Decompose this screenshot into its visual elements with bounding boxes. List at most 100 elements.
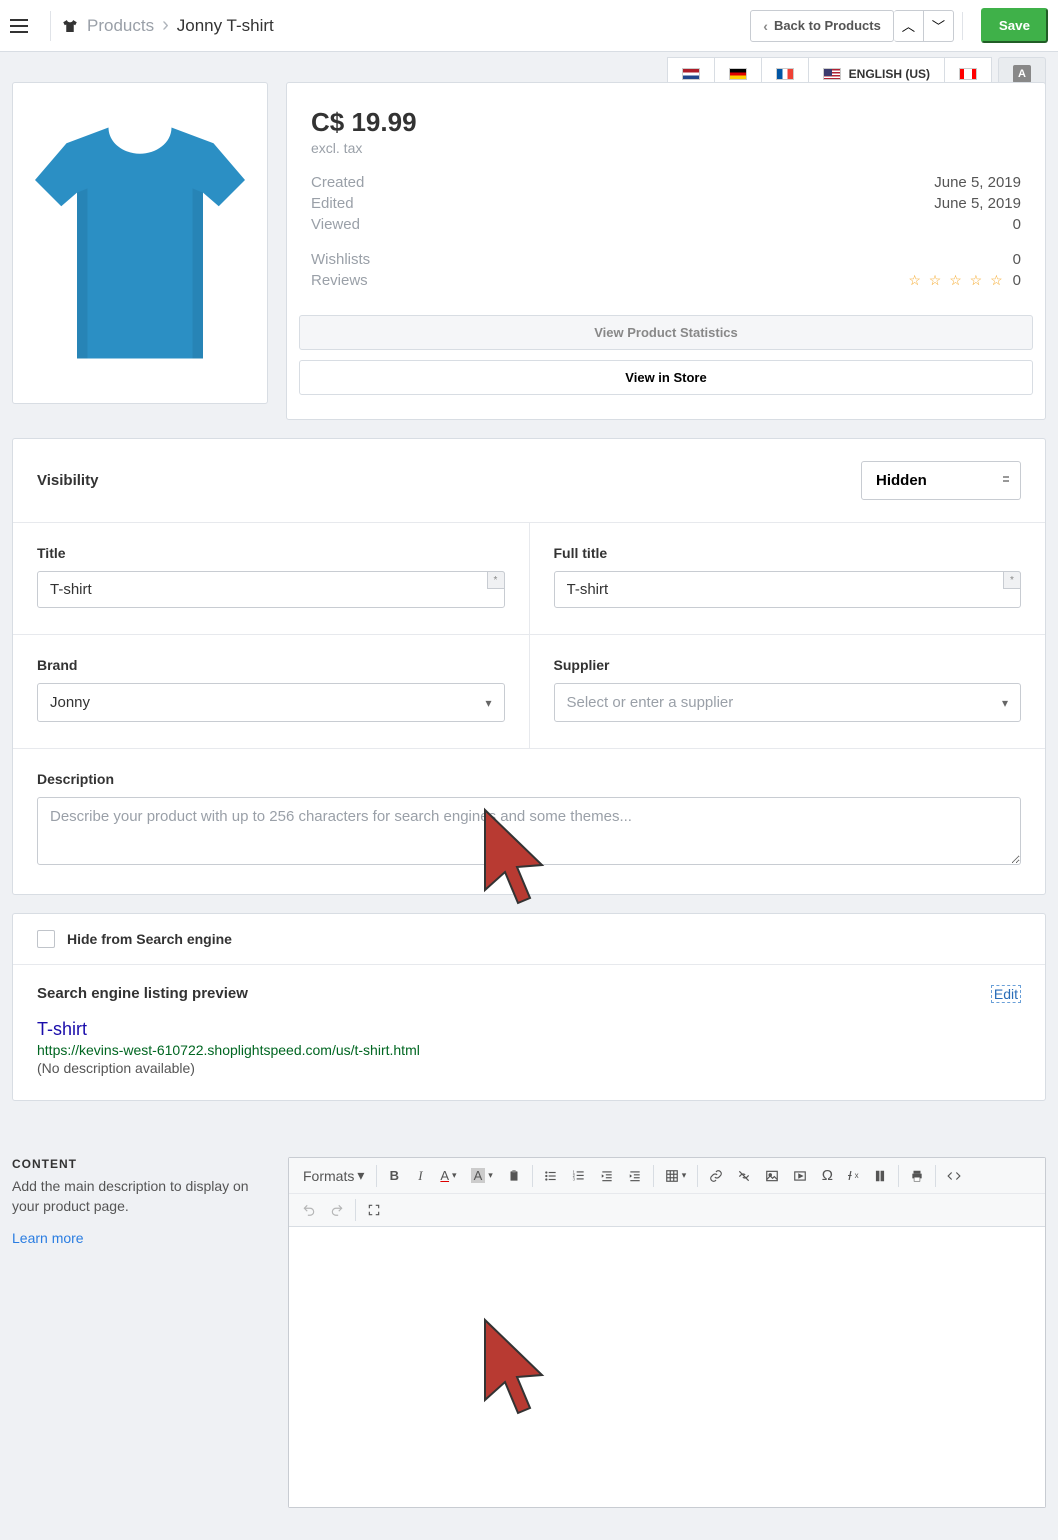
seo-panel: Hide from Search engine Search engine li… <box>12 913 1046 1101</box>
caret-down-icon: ▾ <box>682 1170 687 1181</box>
italic-button[interactable]: I <box>407 1163 433 1189</box>
formats-dropdown[interactable]: Formats ▾ <box>295 1162 372 1189</box>
clear-format-button[interactable]: Ix <box>840 1163 866 1188</box>
all-languages-icon: A <box>1013 65 1031 83</box>
anchor-button[interactable] <box>866 1164 894 1188</box>
bullet-list-button[interactable] <box>537 1164 565 1188</box>
required-icon: * <box>1003 571 1021 589</box>
product-icon <box>61 17 79 35</box>
seo-url: https://kevins-west-610722.shoplightspee… <box>37 1042 1021 1058</box>
brand-value: Jonny <box>50 694 90 711</box>
save-button[interactable]: Save <box>981 8 1048 43</box>
content-help: CONTENT Add the main description to disp… <box>12 1157 268 1508</box>
back-to-products-button[interactable]: ‹ Back to Products <box>750 10 894 42</box>
chevron-up-icon: ︿ <box>902 16 915 35</box>
product-image <box>35 113 245 373</box>
outdent-button[interactable] <box>593 1164 621 1188</box>
text-color-button[interactable]: A ▾ <box>433 1163 463 1188</box>
unlink-button[interactable] <box>730 1164 758 1188</box>
wishlists-value: 0 <box>1013 251 1021 268</box>
numbered-list-button[interactable]: 123 <box>565 1164 593 1188</box>
learn-more-link[interactable]: Learn more <box>12 1230 84 1246</box>
viewed-label: Viewed <box>311 216 360 233</box>
top-bar: Products › Jonny T-shirt ‹ Back to Produ… <box>0 0 1058 52</box>
seo-preview-label: Search engine listing preview <box>37 985 248 1002</box>
print-button[interactable] <box>903 1164 931 1188</box>
link-button[interactable] <box>702 1164 730 1188</box>
caret-down-icon: ▾ <box>488 1170 493 1181</box>
view-in-store-button[interactable]: View in Store <box>299 360 1033 395</box>
hide-from-search-label: Hide from Search engine <box>67 931 232 947</box>
visibility-label: Visibility <box>37 472 98 489</box>
undo-button[interactable] <box>295 1198 323 1222</box>
bold-button[interactable]: B <box>381 1163 407 1188</box>
lang-label: ENGLISH (US) <box>849 67 930 81</box>
flag-de-icon <box>729 68 747 80</box>
caret-down-icon: ▾ <box>452 1170 457 1181</box>
chevron-down-icon: ﹀ <box>932 16 945 35</box>
redo-button[interactable] <box>323 1198 351 1222</box>
editor-content[interactable] <box>289 1227 1045 1507</box>
indent-button[interactable] <box>621 1164 649 1188</box>
reviews-label: Reviews <box>311 272 368 289</box>
product-info-card: C$ 19.99 excl. tax Created June 5, 2019 E… <box>286 82 1046 420</box>
flag-fr-icon <box>776 68 794 80</box>
prev-product-button[interactable]: ︿ <box>894 10 924 42</box>
svg-text:3: 3 <box>572 1176 575 1181</box>
brand-label: Brand <box>37 657 505 673</box>
viewed-value: 0 <box>1013 216 1021 233</box>
fullscreen-button[interactable] <box>360 1198 388 1222</box>
divider <box>50 11 51 41</box>
fulltitle-label: Full title <box>554 545 1022 561</box>
bg-color-button[interactable]: A ▾ <box>464 1163 500 1188</box>
reviews-value: 0 <box>1013 272 1021 289</box>
product-image-card[interactable] <box>12 82 268 404</box>
product-price: C$ 19.99 <box>311 107 1021 138</box>
created-value: June 5, 2019 <box>934 174 1021 191</box>
tax-note: excl. tax <box>311 140 1021 156</box>
supplier-select[interactable]: Select or enter a supplier ▾ <box>554 683 1022 722</box>
paste-button[interactable] <box>500 1164 528 1188</box>
rich-text-editor: Formats ▾ B I A ▾ A ▾ 123 ▾ <box>288 1157 1046 1508</box>
media-button[interactable] <box>786 1164 814 1188</box>
flag-us-icon <box>823 68 841 80</box>
fulltitle-input[interactable] <box>554 571 1022 608</box>
hide-from-search-checkbox[interactable] <box>37 930 55 948</box>
table-button[interactable]: ▾ <box>658 1164 694 1188</box>
breadcrumb-current: Jonny T-shirt <box>177 16 274 36</box>
reviews-stars: ☆ ☆ ☆ ☆ ☆ <box>908 272 1004 289</box>
visibility-select[interactable]: Hidden <box>861 461 1021 500</box>
required-icon: * <box>487 571 505 589</box>
seo-link-title: T-shirt <box>37 1019 1021 1040</box>
caret-down-icon: ▾ <box>357 1167 364 1184</box>
source-code-button[interactable] <box>940 1164 968 1188</box>
next-product-button[interactable]: ﹀ <box>924 10 954 42</box>
description-label: Description <box>37 771 1021 787</box>
chevron-left-icon: ‹ <box>763 18 768 34</box>
content-heading: CONTENT <box>12 1157 268 1171</box>
menu-icon[interactable] <box>10 11 40 41</box>
title-input[interactable] <box>37 571 505 608</box>
seo-edit-link[interactable]: Edit <box>991 985 1021 1003</box>
image-button[interactable] <box>758 1164 786 1188</box>
divider <box>962 12 963 40</box>
edited-value: June 5, 2019 <box>934 195 1021 212</box>
breadcrumb-root[interactable]: Products <box>87 16 154 36</box>
back-label: Back to Products <box>774 18 881 33</box>
breadcrumb: Products › Jonny T-shirt <box>87 14 274 37</box>
formats-label: Formats <box>303 1168 354 1184</box>
flag-ca-icon <box>959 68 977 80</box>
created-label: Created <box>311 174 364 191</box>
seo-no-description: (No description available) <box>37 1060 1021 1076</box>
edited-label: Edited <box>311 195 354 212</box>
description-input[interactable] <box>37 797 1021 865</box>
title-label: Title <box>37 545 505 561</box>
chevron-down-icon: ▾ <box>485 696 491 710</box>
editor-toolbar: Formats ▾ B I A ▾ A ▾ 123 ▾ <box>289 1158 1045 1227</box>
view-statistics-button[interactable]: View Product Statistics <box>299 315 1033 350</box>
flag-nl-icon <box>682 68 700 80</box>
chevron-right-icon: › <box>162 14 169 37</box>
content-help-text: Add the main description to display on y… <box>12 1177 268 1216</box>
special-char-button[interactable]: Ω <box>814 1162 840 1189</box>
brand-select[interactable]: Jonny ▾ <box>37 683 505 722</box>
